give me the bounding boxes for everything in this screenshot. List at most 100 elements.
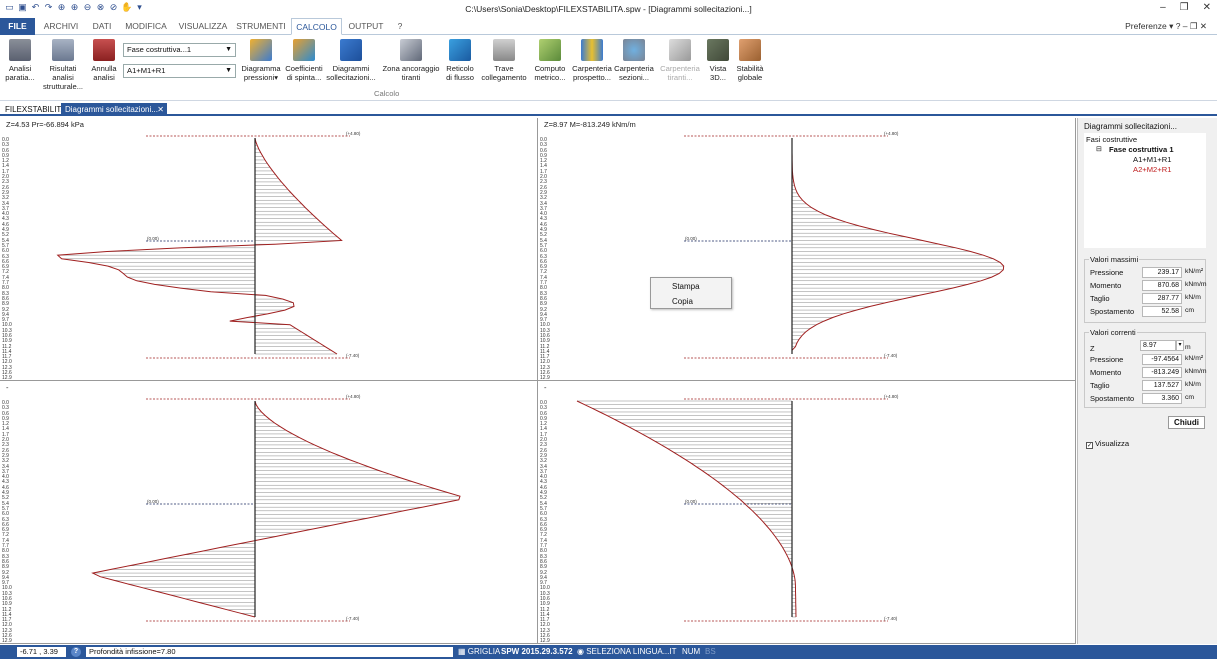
ribbon: Analisi paratia... Risultati analisi strut… (0, 35, 1217, 101)
pressure-diagram-icon (250, 39, 272, 61)
tab-visualizza[interactable]: VISUALIZZA (176, 18, 230, 35)
max-values-group: Valori massimi Pressione 239.17 kN/m² Mo… (1084, 255, 1207, 323)
carpenteria-sezioni-button[interactable]: Carpenteria sezioni... (613, 37, 655, 82)
3d-view-icon (707, 39, 729, 61)
close-icon[interactable]: ✕ (1203, 2, 1211, 13)
depth-tick: 12.9 (2, 638, 12, 644)
preferences-menu[interactable]: Preferenze ▾ ? – ❐ ✕ (1125, 21, 1207, 32)
reticolo-flusso-button[interactable]: Reticolo di flusso (443, 37, 477, 82)
cancel-analysis-icon (93, 39, 115, 61)
tree-combination-1[interactable]: A1+M1+R1 (1133, 155, 1171, 164)
carpenteria-tiranti-button[interactable]: Carpenteria tiranti... (658, 37, 702, 82)
window-controls: – ❐ ✕ (1160, 2, 1211, 13)
displacement-diagram: (+4.80) (0.00) (-7.40) (576, 394, 899, 622)
close-button[interactable]: Chiudi (1168, 416, 1205, 429)
tab-file[interactable]: FILE (0, 18, 35, 35)
menu-item-copia[interactable]: Copia (651, 295, 731, 308)
top-level-label: (+4.80) (346, 394, 361, 399)
tree-root[interactable]: Fasi costruttive (1086, 135, 1137, 144)
version-label: SPW 2015.29.3.572 (501, 647, 573, 656)
top-level-label: (+4.80) (346, 131, 361, 136)
bottom-level-label: (-7.40) (346, 616, 360, 621)
section-carpentry-icon (623, 39, 645, 61)
diagrammi-sollecitazioni-button[interactable]: Diagrammi sollecitazioni... (326, 37, 376, 82)
bs-indicator: BS (705, 647, 716, 656)
diagram-curve (91, 400, 461, 618)
tie-beam-icon (493, 39, 515, 61)
carpenteria-prospetto-button[interactable]: Carpenteria prospetto... (571, 37, 613, 82)
max-pressure-row: Pressione 239.17 kN/m² (1090, 267, 1204, 278)
grid-toggle[interactable]: ▦ GRIGLIA (458, 647, 500, 657)
side-panel: Diagrammi sollecitazioni... Fasi costrut… (1077, 118, 1217, 644)
menu-item-stampa[interactable]: Stampa (651, 280, 731, 293)
doc-tab-file[interactable]: FILEXSTABILITA (1, 103, 70, 116)
minimize-icon[interactable]: – (1160, 2, 1166, 13)
tab-modifica[interactable]: MODIFICA (122, 18, 170, 35)
results-icon (52, 39, 74, 61)
risultati-analisi-button[interactable]: Risultati analisi strutturale... (38, 37, 88, 91)
phase-select[interactable]: Fase costruttiva...1 ▼ (123, 43, 236, 57)
tab-output[interactable]: OUTPUT (346, 18, 386, 35)
close-tab-icon[interactable]: ✕ (157, 103, 164, 116)
status-message: Profondità infissione=7.80 (86, 647, 453, 657)
chevron-down-icon: ▼ (225, 67, 232, 74)
tab-dati[interactable]: DATI (86, 18, 118, 35)
displacement-readout: - (544, 383, 547, 392)
grid-icon: ▦ (458, 647, 466, 656)
doc-tab-diagrams[interactable]: Diagrammi sollecitazioni... ✕ (61, 103, 167, 116)
pressure-diagram-panel[interactable]: (+4.80) (0.00) (-7.40) 0.0 0.3 0.6 0.9 1.2 1.4 1… (0, 118, 538, 381)
restore-icon[interactable]: ❐ (1180, 2, 1189, 13)
stabilita-globale-button[interactable]: Stabilità globale (734, 37, 766, 82)
chevron-down-icon: ▼ (225, 46, 232, 53)
language-selector[interactable]: ◉ SELEZIONA LINGUA...IT (577, 647, 676, 657)
tab-strumenti[interactable]: STRUMENTI (234, 18, 288, 35)
visualize-checkbox[interactable]: ✓ Visualizza (1086, 439, 1129, 449)
tab-archivi[interactable]: ARCHIVI (40, 18, 82, 35)
moment-readout: Z=8.97 M=-813.249 kNm/m (544, 120, 636, 129)
tab-help[interactable]: ? (392, 18, 408, 35)
moment-diagram-panel[interactable]: (+4.80) (0.00) (-7.40) 0.0 0.3 0.6 0.9 1.2 1.4 1… (538, 118, 1076, 381)
phase-tree: Fasi costruttive ⊟ Fase costruttiva 1 A1… (1084, 133, 1206, 248)
computo-metrico-button[interactable]: Computo metrico... (531, 37, 569, 82)
z-row: Z 8.97 ▾ m (1090, 340, 1191, 353)
ribbon-tabs: FILE ARCHIVI DATI MODIFICA VISUALIZZA ST… (0, 18, 1217, 35)
analysis-icon (9, 39, 31, 61)
depth-axis: 0.0 0.3 0.6 0.9 1.2 1.4 1.7 2.0 2.3 2.6 2.9 3.2 3.4 3… (540, 400, 550, 643)
coefficienti-spinta-button[interactable]: Coefficienti di spinta... (283, 37, 325, 82)
trave-collegamento-button[interactable]: Trave collegamento (479, 37, 529, 82)
coordinates-field: -6.71 , 3.39 (17, 647, 66, 657)
current-values-group: Valori correnti Z 8.97 ▾ m Pressione -97… (1084, 328, 1207, 408)
moment-diagram: (+4.80) (0.00) (-7.40) (684, 131, 1005, 359)
stress-diagram-icon (340, 39, 362, 61)
global-stability-icon (739, 39, 761, 61)
max-moment-row: Momento 870.68 kNm/m (1090, 280, 1207, 291)
max-shear-row: Taglio 287.77 kN/m (1090, 293, 1201, 304)
cur-shear-row: Taglio 137.527 kN/m (1090, 380, 1201, 391)
max-displacement-row: Spostamento 52.58 cm (1090, 306, 1195, 317)
combination-select[interactable]: A1+M1+R1 ▼ (123, 64, 236, 78)
cur-pressure-row: Pressione -97.4564 kN/m² (1090, 354, 1204, 365)
shear-diagram-panel[interactable]: (+4.80) (0.00) (-7.40) 0.0 0.3 0.6 0.9 1.2 1.4 1… (0, 381, 538, 644)
analisi-paratia-button[interactable]: Analisi paratia... (2, 37, 38, 82)
shear-readout: - (6, 383, 9, 392)
ground-level-label: (0.00) (685, 499, 697, 504)
context-menu: Stampa Copia (650, 277, 732, 309)
depth-axis: 0.0 0.3 0.6 0.9 1.2 1.4 1.7 2.0 2.3 2.6 2.9 3.2 3.4 3… (540, 137, 550, 380)
tree-phase[interactable]: Fase costruttiva 1 (1109, 145, 1174, 154)
ground-level-label: (0.00) (685, 236, 697, 241)
help-icon[interactable]: ? (71, 647, 81, 657)
checkbox-check-icon: ✓ (1086, 442, 1093, 449)
annulla-analisi-button[interactable]: Annulla analisi (89, 37, 119, 82)
pressure-readout: Z=4.53 Pr=-66.894 kPa (6, 120, 84, 129)
anchor-zone-icon (400, 39, 422, 61)
displacement-diagram-panel[interactable]: (+4.80) (0.00) (-7.40) 0.0 0.3 0.6 0.9 1.2 1.4 1… (538, 381, 1076, 644)
collapse-icon[interactable]: ⊟ (1096, 145, 1102, 153)
tab-calcolo[interactable]: CALCOLO (291, 18, 342, 35)
zona-ancoraggio-button[interactable]: Zona ancoraggio tiranti (380, 37, 442, 82)
tree-combination-2[interactable]: A2+M2+R1 (1133, 165, 1171, 174)
status-bar: -6.71 , 3.39 ? Profondità infissione=7.8… (0, 645, 1217, 659)
vista-3d-button[interactable]: Vista 3D... (705, 37, 731, 82)
diagramma-pressioni-button[interactable]: Diagramma pressioni▾ (240, 37, 282, 82)
z-spin-icon[interactable]: ▾ (1176, 340, 1184, 351)
z-input[interactable]: 8.97 (1140, 340, 1176, 351)
